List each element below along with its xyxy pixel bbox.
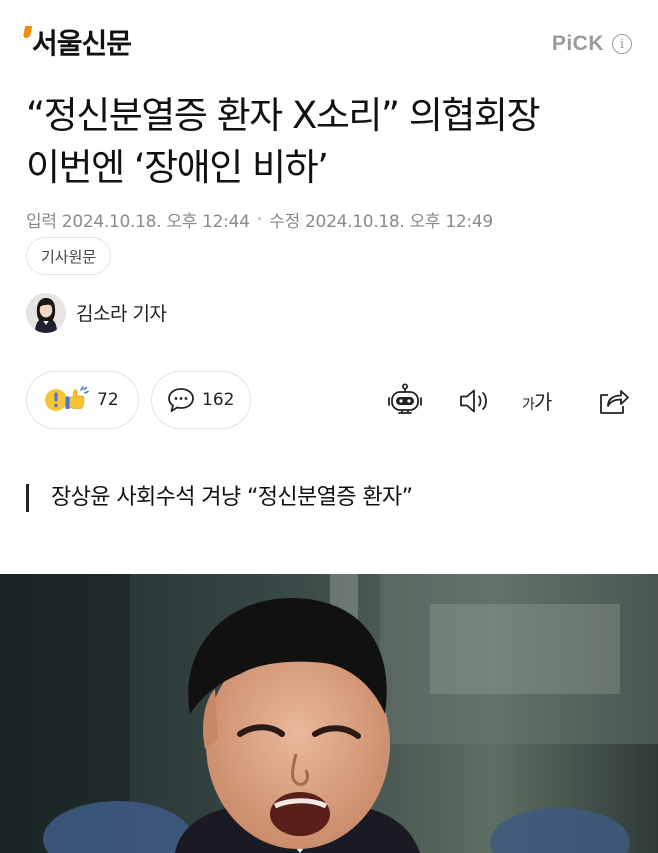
logo-text: 서울신문 xyxy=(32,27,132,60)
font-size-small-glyph: 가 xyxy=(522,397,535,413)
updated-date: 2024.10.18. 오후 12:49 xyxy=(305,212,493,232)
font-size-button[interactable]: 가가 xyxy=(522,386,552,415)
author-name[interactable]: 김소라 기자 xyxy=(76,299,167,326)
summary-bot-button[interactable] xyxy=(386,382,424,420)
article-title-line-2: 이번엔 ‘장애인 비하’ xyxy=(26,146,329,189)
published-label: 입력 xyxy=(26,212,57,232)
updated-label: 수정 xyxy=(269,212,300,232)
robot-summary-icon xyxy=(388,383,422,414)
publisher-logo[interactable]: 서울신문 xyxy=(22,24,132,64)
article-subheading: 장상윤 사회수석 겨냥 “정신분열증 환자” xyxy=(26,484,413,512)
text-to-speech-button[interactable] xyxy=(455,382,493,420)
font-size-large-glyph: 가 xyxy=(533,390,552,414)
published-date: 2024.10.18. 오후 12:44 xyxy=(61,212,250,232)
avatar-image xyxy=(26,293,66,333)
reaction-icon xyxy=(45,386,89,411)
article-photo[interactable] xyxy=(0,574,658,853)
reaction-count: 72 xyxy=(97,390,119,410)
pick-badge[interactable]: PiCK i xyxy=(552,32,632,56)
info-icon[interactable]: i xyxy=(612,34,632,54)
article-title: “정신분열증 환자 X소리” 의협회장 이번엔 ‘장애인 비하’ xyxy=(26,90,638,194)
pick-label: PiCK xyxy=(551,32,604,55)
separator-dot: • xyxy=(256,214,263,225)
logo-accent-mark xyxy=(22,26,33,38)
article-title-line-1: “정신분열증 환자 X소리” 의협회장 xyxy=(26,94,541,137)
reaction-button[interactable]: 72 xyxy=(26,371,139,429)
speaker-icon xyxy=(460,389,487,413)
article-dates: 입력 2024.10.18. 오후 12:44 • 수정 2024.10.18.… xyxy=(26,207,493,232)
share-button[interactable] xyxy=(594,382,632,420)
comment-icon xyxy=(168,388,194,412)
share-icon xyxy=(600,390,629,414)
comment-button[interactable]: 162 xyxy=(151,371,251,429)
original-article-button[interactable]: 기사원문 xyxy=(26,237,112,275)
comment-count: 162 xyxy=(202,390,235,410)
article-photo-image xyxy=(0,574,658,853)
author-avatar[interactable] xyxy=(26,293,66,333)
